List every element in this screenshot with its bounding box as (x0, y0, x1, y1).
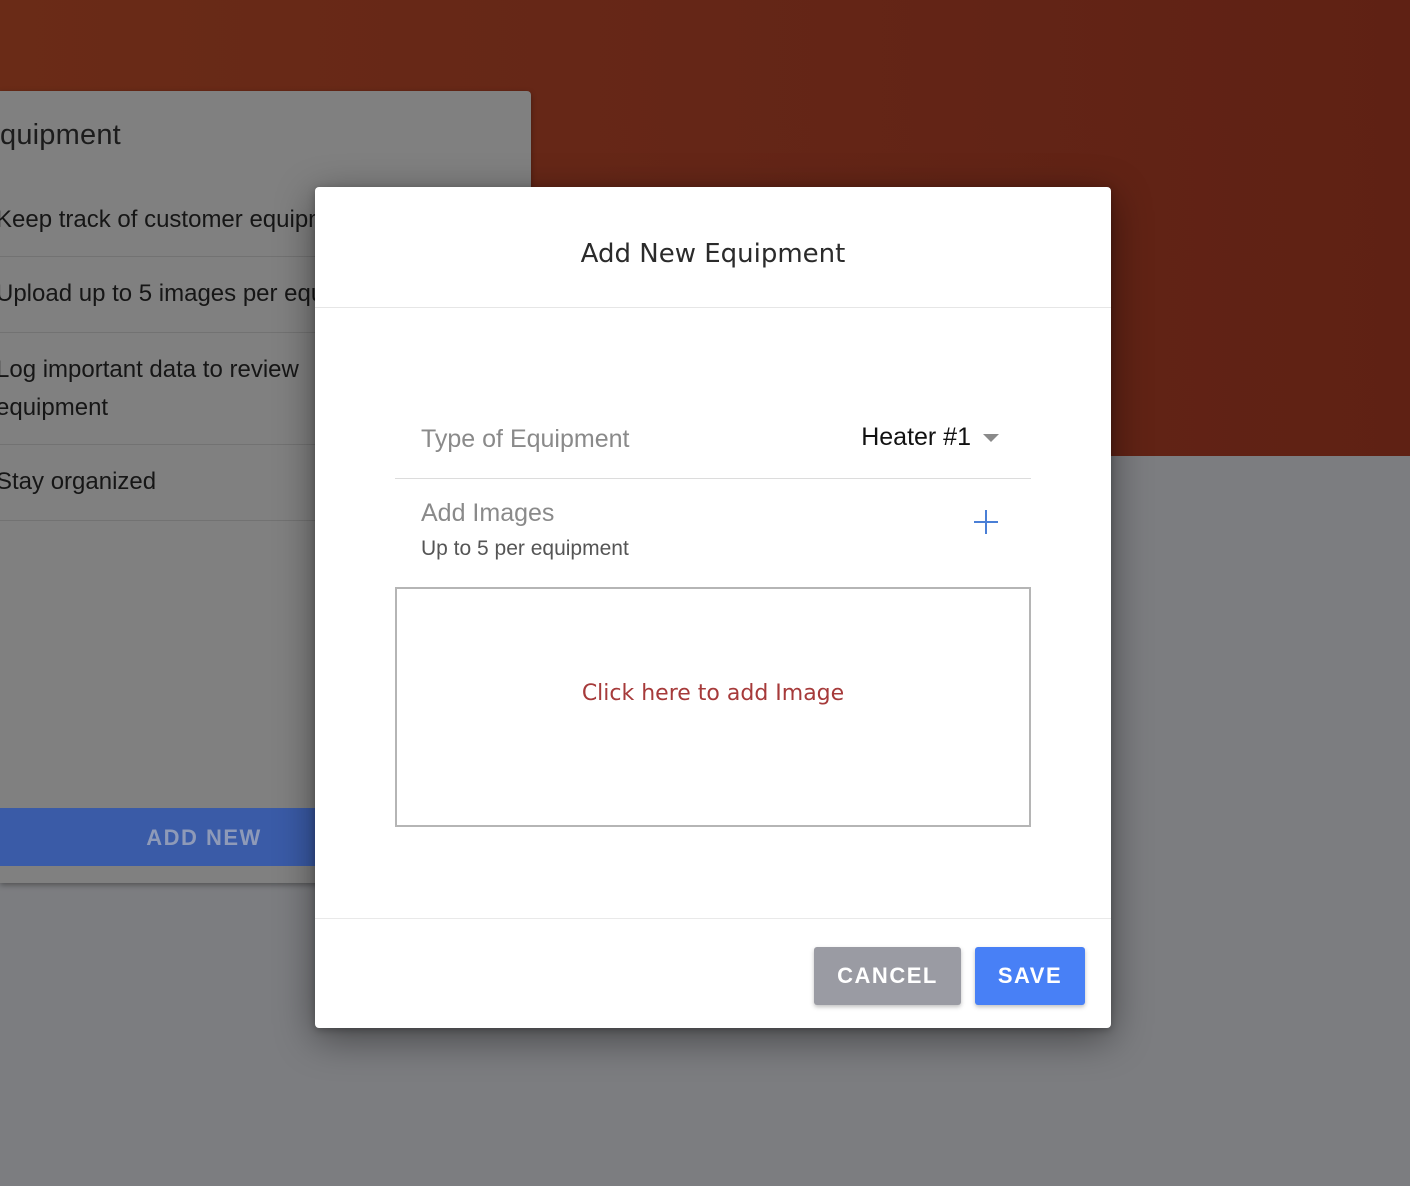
dialog-footer: CANCEL SAVE (315, 918, 1111, 1029)
add-images-sublabel: Up to 5 per equipment (421, 537, 629, 560)
equipment-type-select[interactable]: Heater #1 (861, 423, 999, 452)
page: quipment Keep track of customer equipmen… (0, 0, 1410, 1186)
plus-icon[interactable] (971, 507, 1001, 537)
image-drop-zone[interactable]: Click here to add Image (395, 587, 1031, 827)
dialog-header: Add New Equipment (315, 187, 1111, 308)
add-images-row: Add Images Up to 5 per equipment (395, 479, 1031, 587)
equipment-type-value: Heater #1 (861, 423, 971, 451)
equipment-type-label: Type of Equipment (421, 425, 630, 453)
add-images-label: Add Images (421, 499, 555, 527)
chevron-down-icon (983, 433, 999, 442)
list-item-text: Log important data to review equipment (0, 356, 299, 421)
card-title: quipment (0, 119, 121, 151)
save-button[interactable]: SAVE (975, 947, 1085, 1005)
dialog-title: Add New Equipment (580, 239, 846, 269)
equipment-type-row: Type of Equipment Heater #1 (395, 399, 1031, 479)
cancel-button[interactable]: CANCEL (814, 947, 961, 1005)
add-equipment-dialog: Add New Equipment Type of Equipment Heat… (315, 187, 1111, 1028)
drop-zone-text: Click here to add Image (581, 680, 845, 706)
